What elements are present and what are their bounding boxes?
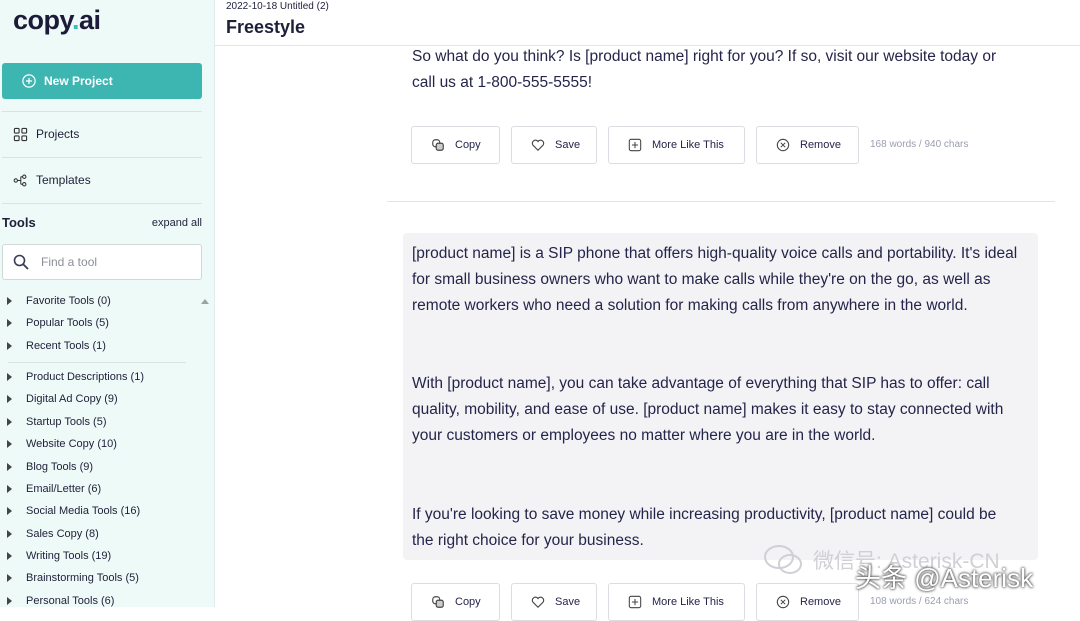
templates-label: Templates [36, 173, 91, 187]
tool-category-item[interactable]: Digital Ad Copy (9) [0, 388, 118, 410]
tool-category-label: Website Copy (10) [26, 438, 117, 450]
tool-category-item[interactable]: Recent Tools (1) [0, 335, 106, 357]
result-paragraph: [product name] is a SIP phone that offer… [412, 245, 1018, 314]
sidebar: copy.ai New Project Projects Templates T… [0, 0, 215, 607]
tool-list-divider [8, 362, 186, 363]
tool-category-label: Digital Ad Copy (9) [26, 393, 118, 405]
more-like-this-button[interactable]: More Like This [608, 126, 745, 164]
caret-right-icon [7, 597, 12, 605]
logo-ai: ai [79, 5, 101, 35]
caret-right-icon [7, 507, 12, 515]
tool-category-item[interactable]: Sales Copy (8) [0, 523, 99, 545]
sidebar-item-templates[interactable]: Templates [0, 158, 202, 202]
tool-category-item[interactable]: Blog Tools (9) [0, 456, 93, 478]
tool-category-item[interactable]: Product Descriptions (1) [0, 366, 144, 388]
save-label: Save [555, 596, 581, 608]
tool-category-label: Recent Tools (1) [26, 340, 106, 352]
sidebar-divider [2, 203, 202, 204]
watermark-toutiao: 头条 @Asterisk [855, 563, 1034, 593]
heart-icon [531, 139, 545, 152]
caret-right-icon [7, 574, 12, 582]
tool-category-item[interactable]: Brainstorming Tools (5) [0, 567, 139, 589]
tool-category-item[interactable]: Email/Letter (6) [0, 478, 101, 500]
wechat-watermark-icon [764, 545, 802, 574]
tool-category-item[interactable]: Writing Tools (19) [0, 545, 111, 567]
remove-button[interactable]: Remove [756, 126, 859, 164]
sidebar-item-projects[interactable]: Projects [0, 112, 202, 156]
caret-right-icon [7, 342, 12, 350]
copy-icon [432, 139, 444, 151]
scroll-up-arrow-icon[interactable] [201, 299, 209, 304]
copy-label: Copy [455, 596, 481, 608]
tool-category-label: Product Descriptions (1) [26, 371, 144, 383]
caret-right-icon [7, 485, 12, 493]
tool-category-label: Brainstorming Tools (5) [26, 572, 139, 584]
tool-category-item[interactable]: Popular Tools (5) [0, 312, 109, 334]
tool-category-label: Startup Tools (5) [26, 416, 107, 428]
logo-text: copy [13, 5, 73, 35]
remove-label: Remove [800, 139, 841, 151]
caret-right-icon [7, 418, 12, 426]
page-title: Freestyle [226, 17, 306, 37]
grid-icon [13, 127, 28, 141]
tool-category-item[interactable]: Startup Tools (5) [0, 411, 107, 433]
projects-label: Projects [36, 127, 80, 141]
new-project-button[interactable]: New Project [2, 63, 202, 99]
tools-header: Tools expand all [2, 215, 202, 230]
copy-button[interactable]: Copy [411, 583, 500, 621]
copy-button[interactable]: Copy [411, 126, 500, 164]
search-icon [13, 254, 29, 270]
expand-all-link[interactable]: expand all [152, 217, 202, 229]
caret-right-icon [7, 440, 12, 448]
more-like-this-label: More Like This [652, 596, 724, 608]
close-circle-icon [776, 138, 790, 152]
new-project-label: New Project [44, 74, 113, 88]
copyai-logo[interactable]: copy.ai [13, 5, 101, 36]
plus-circle-icon [22, 74, 36, 88]
more-like-this-button[interactable]: More Like This [608, 583, 745, 621]
caret-right-icon [7, 373, 12, 381]
tool-category-item[interactable]: Social Media Tools (16) [0, 500, 140, 522]
tool-category-label: Email/Letter (6) [26, 483, 102, 495]
save-button[interactable]: Save [511, 126, 597, 164]
word-count: 168 words / 940 chars [870, 139, 969, 150]
find-tool-input[interactable] [39, 254, 183, 270]
result-paragraph: So what do you think? Is [product name] … [412, 48, 997, 91]
document-date-title[interactable]: 2022-10-18 Untitled (2) [226, 1, 329, 12]
caret-right-icon [7, 552, 12, 560]
caret-right-icon [7, 297, 12, 305]
tools-heading: Tools [2, 215, 36, 230]
tool-category-label: Sales Copy (8) [26, 528, 99, 540]
caret-right-icon [7, 530, 12, 538]
result-separator [387, 201, 1055, 202]
remove-label: Remove [800, 596, 841, 608]
tool-category-label: Favorite Tools (0) [26, 295, 111, 307]
caret-right-icon [7, 463, 12, 471]
find-tool-search[interactable] [2, 244, 202, 280]
tool-category-item[interactable]: Favorite Tools (0) [0, 290, 111, 312]
save-label: Save [555, 139, 581, 151]
caret-right-icon [7, 319, 12, 327]
caret-right-icon [7, 395, 12, 403]
tool-category-label: Writing Tools (19) [26, 550, 112, 562]
plus-square-icon [628, 138, 642, 152]
tool-category-label: Personal Tools (6) [26, 595, 115, 607]
tool-category-label: Popular Tools (5) [26, 317, 109, 329]
copy-label: Copy [455, 139, 481, 151]
word-count: 108 words / 624 chars [870, 596, 969, 607]
tool-category-item[interactable]: Website Copy (10) [0, 433, 117, 455]
logo-dot: . [72, 5, 80, 35]
remove-button[interactable]: Remove [756, 583, 859, 621]
result-paragraph: With [product name], you can take advant… [412, 375, 1004, 444]
tool-category-label: Social Media Tools (16) [26, 505, 141, 517]
save-button[interactable]: Save [511, 583, 597, 621]
tool-category-label: Blog Tools (9) [26, 461, 94, 473]
page-header: 2022-10-18 Untitled (2) Freestyle [215, 0, 1080, 46]
templates-icon [13, 174, 27, 186]
more-like-this-label: More Like This [652, 139, 724, 151]
tool-category-item[interactable]: Personal Tools (6) [0, 590, 114, 607]
